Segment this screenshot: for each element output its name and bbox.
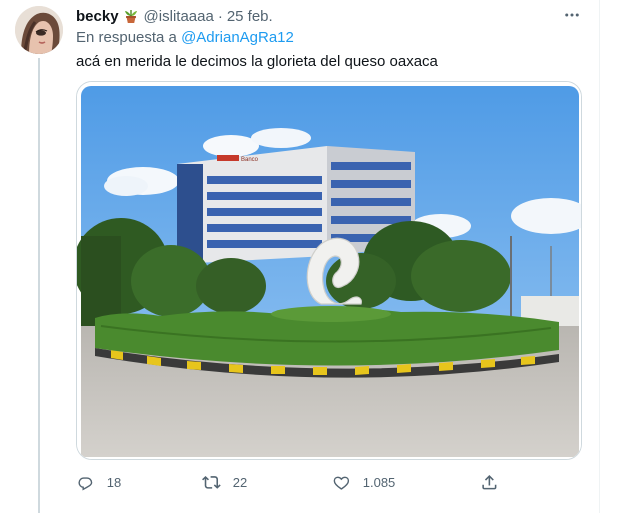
reply-context: En respuesta a @AdrianAgRa12 — [76, 29, 294, 46]
roundabout-photo: Banco — [77, 82, 581, 459]
reply-button[interactable]: 18 — [76, 470, 121, 494]
retweet-count: 22 — [232, 474, 248, 490]
action-bar: 18 22 1.085 — [70, 470, 510, 494]
more-icon[interactable] — [562, 5, 582, 25]
retweet-button[interactable]: 22 — [202, 470, 247, 494]
share-icon — [482, 474, 497, 490]
reply-icon — [78, 477, 93, 491]
reply-to-handle-link[interactable]: @AdrianAgRa12 — [181, 29, 294, 46]
timeline-border — [599, 0, 600, 513]
tweet-text: acá en merida le decimos la glorieta del… — [76, 53, 438, 70]
building-sign: Banco — [241, 157, 259, 163]
tweet[interactable]: becky @islitaaaa · 25 feb. En respuesta … — [0, 0, 599, 513]
share-button[interactable] — [480, 470, 499, 494]
heart-icon — [333, 476, 350, 490]
like-button[interactable]: 1.085 — [332, 470, 395, 494]
display-name[interactable]: becky — [76, 8, 119, 25]
potted-plant-icon — [123, 8, 139, 24]
tweet-time[interactable]: 25 feb. — [227, 8, 273, 25]
reply-prefix: En respuesta a — [76, 29, 177, 46]
like-count: 1.085 — [362, 474, 396, 490]
retweet-icon — [202, 475, 221, 489]
tweet-header: becky @islitaaaa · 25 feb. — [76, 6, 273, 26]
avatar-image — [15, 6, 63, 54]
author-handle[interactable]: @islitaaaa — [144, 8, 214, 25]
tweet-photo[interactable]: Banco — [76, 81, 582, 460]
reply-count: 18 — [106, 474, 122, 490]
thread-line — [38, 58, 40, 513]
avatar[interactable] — [15, 6, 63, 54]
separator-dot: · — [217, 7, 223, 25]
